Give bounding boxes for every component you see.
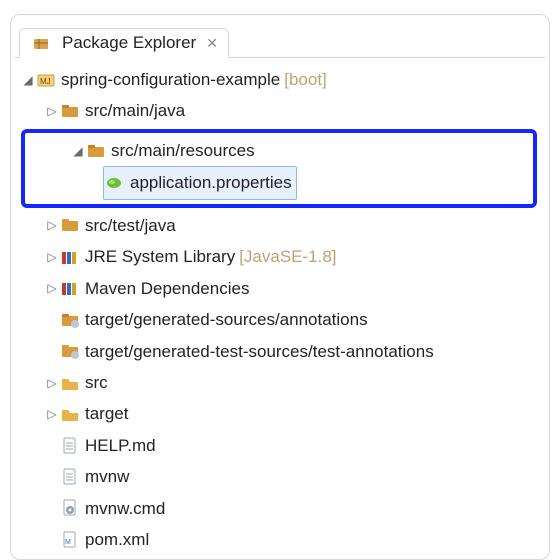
file-icon xyxy=(59,436,81,456)
highlight-box: ◢ src/main/resources application.propert… xyxy=(21,129,537,208)
label: src/test/java xyxy=(85,210,176,241)
tab-bar: Package Explorer ✕ xyxy=(15,21,545,58)
package-explorer-tree[interactable]: ◢ MJ spring-configuration-example [boot]… xyxy=(15,58,545,556)
tree-item-mvnw-cmd[interactable]: ▷ mvnw.cmd xyxy=(17,493,541,524)
package-folder-icon xyxy=(59,310,81,330)
label: Maven Dependencies xyxy=(85,273,249,304)
twistie-collapsed-icon[interactable]: ▷ xyxy=(45,214,59,236)
tree-item-maven-deps[interactable]: ▷ Maven Dependencies xyxy=(17,273,541,304)
label: pom.xml xyxy=(85,524,149,555)
label: target/generated-sources/annotations xyxy=(85,304,368,335)
properties-file-icon xyxy=(104,173,126,193)
label: mvnw.cmd xyxy=(85,493,165,524)
tree-item-target-folder[interactable]: ▷ target xyxy=(17,398,541,429)
tree-item-project[interactable]: ◢ MJ spring-configuration-example [boot] xyxy=(17,64,541,95)
package-folder-icon xyxy=(59,215,81,235)
label: JRE System Library xyxy=(85,241,235,272)
label: mvnw xyxy=(85,461,129,492)
cmd-file-icon xyxy=(59,498,81,518)
label: target/generated-test-sources/test-annot… xyxy=(85,336,434,367)
tab-package-explorer[interactable]: Package Explorer ✕ xyxy=(19,28,229,58)
twistie-expanded-icon[interactable]: ◢ xyxy=(71,140,85,162)
folder-icon xyxy=(59,373,81,393)
twistie-collapsed-icon[interactable]: ▷ xyxy=(45,372,59,394)
twistie-expanded-icon[interactable]: ◢ xyxy=(21,69,35,91)
package-explorer-icon xyxy=(30,33,52,53)
label: application.properties xyxy=(130,167,292,198)
twistie-collapsed-icon[interactable]: ▷ xyxy=(45,100,59,122)
twistie-collapsed-icon[interactable]: ▷ xyxy=(45,403,59,425)
tree-item-application-properties[interactable]: application.properties xyxy=(25,166,533,199)
folder-icon xyxy=(59,404,81,424)
tree-item-pom-xml[interactable]: ▷ M pom.xml xyxy=(17,524,541,555)
label: HELP.md xyxy=(85,430,156,461)
tree-item-gen-sources[interactable]: ▷ target/generated-sources/annotations xyxy=(17,304,541,335)
label: src/main/java xyxy=(85,95,185,126)
tree-item-src-folder[interactable]: ▷ src xyxy=(17,367,541,398)
tree-item-src-test-java[interactable]: ▷ src/test/java xyxy=(17,210,541,241)
tree-item-help-md[interactable]: ▷ HELP.md xyxy=(17,430,541,461)
decoration: [JavaSE-1.8] xyxy=(239,241,336,272)
package-folder-icon xyxy=(59,341,81,361)
project-icon: MJ xyxy=(35,70,57,90)
label: target xyxy=(85,398,128,429)
file-icon xyxy=(59,467,81,487)
project-decoration: [boot] xyxy=(284,64,327,95)
package-folder-icon xyxy=(59,101,81,121)
selection-highlight: application.properties xyxy=(103,166,297,199)
tree-item-src-main-java[interactable]: ▷ src/main/java xyxy=(17,95,541,126)
tree-item-src-main-resources[interactable]: ◢ src/main/resources xyxy=(25,135,533,166)
svg-text:MJ: MJ xyxy=(40,77,51,86)
label: src/main/resources xyxy=(111,135,255,166)
xml-file-icon: M xyxy=(59,530,81,550)
tab-title: Package Explorer xyxy=(62,33,196,53)
label: src xyxy=(85,367,108,398)
package-folder-icon xyxy=(85,141,107,161)
tree-item-mvnw[interactable]: ▷ mvnw xyxy=(17,461,541,492)
library-icon xyxy=(59,247,81,267)
twistie-collapsed-icon[interactable]: ▷ xyxy=(45,246,59,268)
tree-item-gen-test-sources[interactable]: ▷ target/generated-test-sources/test-ann… xyxy=(17,336,541,367)
project-label: spring-configuration-example xyxy=(61,64,280,95)
close-icon[interactable]: ✕ xyxy=(206,35,218,52)
svg-text:M: M xyxy=(65,539,71,546)
tree-item-jre[interactable]: ▷ JRE System Library [JavaSE-1.8] xyxy=(17,241,541,272)
library-icon xyxy=(59,278,81,298)
twistie-collapsed-icon[interactable]: ▷ xyxy=(45,277,59,299)
